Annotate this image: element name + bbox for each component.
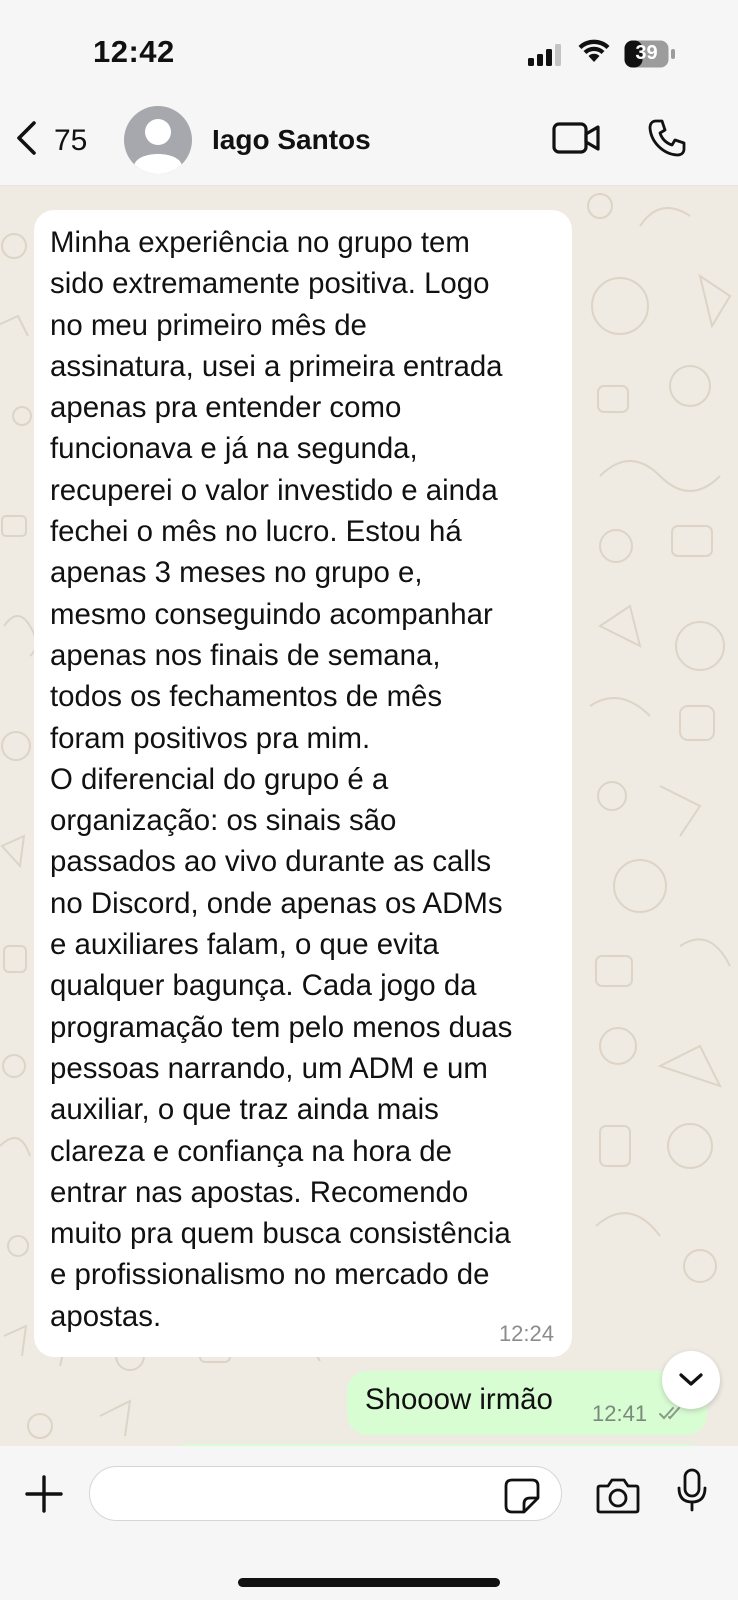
phone-icon[interactable]: [647, 118, 687, 163]
home-indicator: [238, 1578, 500, 1587]
scroll-to-bottom-button[interactable]: [662, 1351, 720, 1409]
back-button[interactable]: 75: [14, 120, 87, 161]
chevron-down-icon: [679, 1373, 703, 1386]
outgoing-message-bubble[interactable]: Shooow irmão 12:41: [347, 1371, 707, 1435]
video-call-icon[interactable]: [552, 120, 602, 161]
message-time: 12:24: [498, 1321, 554, 1347]
camera-icon: [596, 1478, 640, 1514]
wifi-icon: [577, 38, 611, 69]
read-receipt-icon: [659, 1405, 687, 1426]
person-icon: [134, 119, 182, 174]
incoming-message-bubble[interactable]: Minha experiência no grupo tem sido extr…: [34, 210, 572, 1358]
avatar[interactable]: [124, 106, 192, 174]
sticker-button[interactable]: [504, 1478, 540, 1519]
battery-level: 39: [635, 42, 658, 64]
unread-count: 75: [54, 123, 88, 157]
chevron-left-icon: [14, 120, 40, 161]
cellular-signal-icon: [528, 44, 564, 71]
battery-icon: 39: [624, 40, 676, 73]
message-time: 12:41: [592, 1401, 648, 1426]
sticker-icon: [504, 1478, 540, 1514]
chat-messages[interactable]: Minha experiência no grupo tem sido extr…: [0, 186, 738, 1456]
microphone-button[interactable]: [676, 1468, 708, 1517]
message-text: Shooow irmão: [365, 1383, 553, 1416]
chat-header: 75 Iago Santos: [0, 90, 738, 186]
microphone-icon: [677, 1468, 707, 1512]
plus-icon: [25, 1475, 63, 1513]
status-time: 12:42: [93, 34, 175, 69]
message-input[interactable]: [89, 1466, 562, 1521]
camera-button[interactable]: [596, 1476, 640, 1519]
composer-bar: [0, 1446, 738, 1600]
contact-name[interactable]: Iago Santos: [212, 124, 371, 156]
attach-plus-button[interactable]: [24, 1474, 64, 1519]
message-text: Minha experiência no grupo tem sido extr…: [50, 226, 513, 1333]
